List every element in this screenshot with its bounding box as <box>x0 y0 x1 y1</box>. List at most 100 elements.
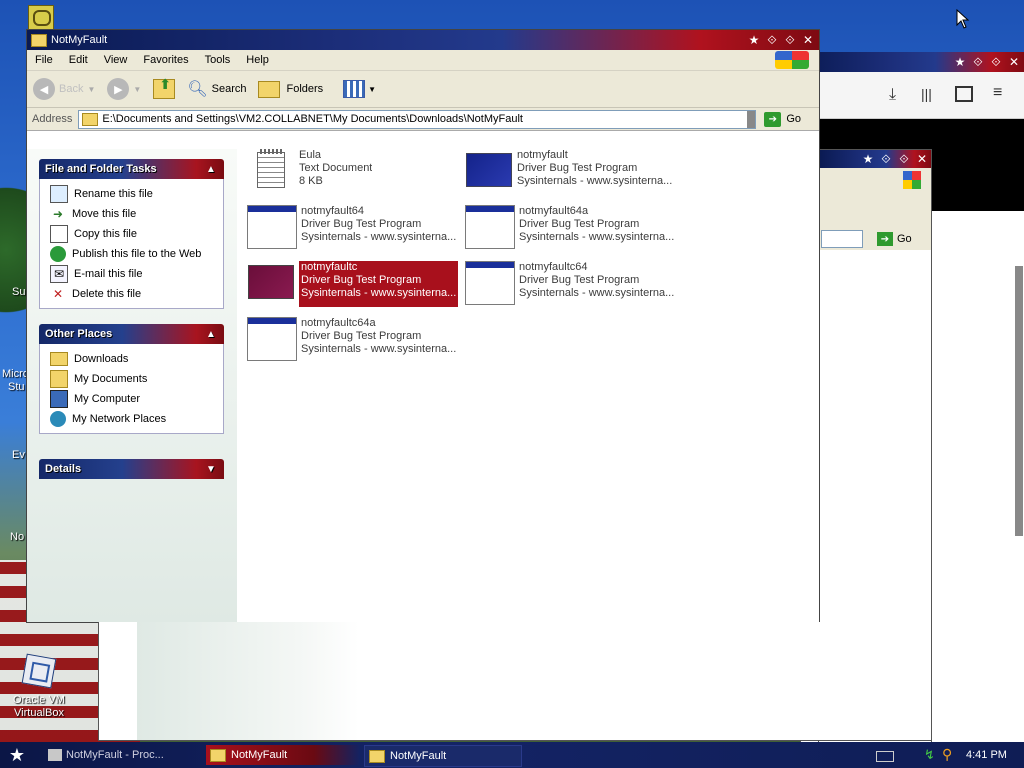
my-documents-icon <box>50 370 68 388</box>
folders-button[interactable]: Folders <box>252 74 329 104</box>
folder-icon <box>210 748 226 762</box>
file-item[interactable]: Eula Text Document 8 KB <box>247 149 459 195</box>
desktop-icon-virtualbox[interactable]: Oracle VM VirtualBox <box>8 653 70 724</box>
collapse-up-icon[interactable]: ▲ <box>204 327 218 341</box>
task-email[interactable]: ✉ E-mail this file <box>40 264 223 284</box>
star-icon: ★ <box>748 33 760 47</box>
maximize-icon[interactable]: ⟐ <box>783 33 797 47</box>
download-icon[interactable]: ⤓ <box>889 86 896 104</box>
up-folder-icon: ⬆ <box>153 76 176 99</box>
menu-help[interactable]: Help <box>238 54 277 66</box>
sidebar-icon[interactable] <box>955 86 973 102</box>
task-publish[interactable]: Publish this file to the Web <box>40 244 223 264</box>
window-title: NotMyFault <box>51 34 108 46</box>
scrollbar[interactable] <box>1015 266 1023 536</box>
toolbar: ◀ Back ▼ ▶ ▼ ⬆ 🔍︎ Search Folders ▼ <box>27 71 819 108</box>
star-icon: ★ <box>954 55 966 69</box>
file-type: Driver Bug Test Program <box>301 274 422 286</box>
forward-button[interactable]: ▶ ▼ <box>101 74 147 104</box>
place-my-computer[interactable]: My Computer <box>40 389 223 409</box>
menu-view[interactable]: View <box>96 54 136 66</box>
pane-header[interactable]: Details ▼ <box>39 459 224 479</box>
search-tray-icon[interactable]: ⚲ <box>942 746 952 763</box>
file-name: notmyfaultc64a <box>301 317 376 329</box>
file-item-selected[interactable]: notmyfaultc Driver Bug Test Program Sysi… <box>247 261 459 307</box>
search-button[interactable]: 🔍︎ Search <box>181 74 252 104</box>
delete-icon: ✕ <box>52 287 64 301</box>
app-blue-screen-icon <box>465 149 513 191</box>
rename-icon <box>50 185 68 203</box>
expand-down-icon[interactable]: ▼ <box>204 462 218 476</box>
file-item[interactable]: notmyfault64a Driver Bug Test Program Sy… <box>465 205 677 251</box>
close-icon[interactable]: ✕ <box>1007 55 1021 69</box>
pane-header[interactable]: Other Places ▲ <box>39 324 224 344</box>
place-network[interactable]: My Network Places <box>40 409 223 429</box>
task-copy[interactable]: Copy this file <box>40 224 223 244</box>
taskbar-item-active[interactable]: NotMyFault <box>364 745 522 767</box>
go-button[interactable]: ➔ Go <box>764 111 801 127</box>
back-button[interactable]: ◀ Back ▼ <box>27 74 101 104</box>
star-icon: ★ <box>862 152 874 166</box>
app-selected-icon <box>247 261 295 303</box>
desktop-label-fragment[interactable]: Micro <box>2 368 29 380</box>
maximize-icon[interactable]: ⟐ <box>989 55 1003 69</box>
menubar: File Edit View Favorites Tools Help <box>27 50 819 71</box>
desktop-label-fragment[interactable]: Su <box>12 286 25 298</box>
close-icon[interactable]: ✕ <box>801 33 815 47</box>
menu-tools[interactable]: Tools <box>197 54 239 66</box>
task-rename[interactable]: Rename this file <box>40 184 223 204</box>
collapse-up-icon[interactable]: ▲ <box>204 162 218 176</box>
file-company: Sysinternals - www.sysinterna... <box>301 231 457 243</box>
desktop-app-icon[interactable] <box>28 5 54 31</box>
keyboard-icon[interactable] <box>876 751 894 762</box>
task-move[interactable]: ➜ Move this file <box>40 204 223 224</box>
file-item[interactable]: notmyfaultc64a Driver Bug Test Program S… <box>247 317 459 363</box>
window-titlebar: ★ ⟐ ⟐ ✕ <box>801 52 1024 72</box>
executable-icon <box>247 205 297 249</box>
start-button[interactable]: ★ <box>4 744 30 766</box>
file-name: notmyfault64a <box>519 205 589 217</box>
network-tray-icon[interactable]: ↯ <box>924 747 935 763</box>
pane-header[interactable]: File and Folder Tasks ▲ <box>39 159 224 179</box>
library-icon[interactable]: ||| <box>921 86 932 102</box>
maximize-icon[interactable]: ⟐ <box>897 152 911 166</box>
menu-favorites[interactable]: Favorites <box>135 54 196 66</box>
desktop-label-fragment[interactable]: Ev <box>12 449 25 461</box>
taskbar-item[interactable]: NotMyFault - Proc... <box>48 745 198 765</box>
file-item[interactable]: notmyfault64 Driver Bug Test Program Sys… <box>247 205 459 251</box>
clock: 4:41 PM <box>966 749 1007 761</box>
address-dropdown[interactable] <box>747 110 756 128</box>
taskbar-item[interactable]: NotMyFault <box>206 745 360 765</box>
place-my-documents[interactable]: My Documents <box>40 369 223 389</box>
file-item[interactable]: notmyfault Driver Bug Test Program Sysin… <box>465 149 677 195</box>
file-type: Driver Bug Test Program <box>301 218 422 230</box>
file-item[interactable]: notmyfaultc64 Driver Bug Test Program Sy… <box>465 261 677 307</box>
task-delete[interactable]: ✕ Delete this file <box>40 284 223 304</box>
menubar <box>819 168 931 192</box>
close-icon[interactable]: ✕ <box>915 152 929 166</box>
dropdown-arrow-icon: ▼ <box>133 84 142 94</box>
address-label: Address <box>32 113 73 125</box>
text-document-icon <box>247 149 295 191</box>
minimize-icon[interactable]: ⟐ <box>879 152 893 166</box>
place-downloads[interactable]: Downloads <box>40 349 223 369</box>
file-name: notmyfaultc <box>301 261 358 273</box>
dropdown-arrow-icon: ▼ <box>87 84 96 94</box>
go-button[interactable]: ➔ Go <box>877 232 912 246</box>
globe-icon <box>50 246 66 262</box>
minimize-icon[interactable]: ⟐ <box>971 55 985 69</box>
desktop-label-fragment[interactable]: No <box>10 531 24 543</box>
folders-icon <box>258 80 281 98</box>
address-input[interactable]: E:\Documents and Settings\VM2.COLLABNET\… <box>78 109 757 129</box>
forward-arrow-icon: ▶ <box>107 78 130 100</box>
menu-file[interactable]: File <box>27 54 61 66</box>
views-button[interactable]: ▼ <box>337 74 382 104</box>
file-name: Eula <box>299 149 322 161</box>
menu-icon[interactable]: ≡ <box>993 84 1002 102</box>
windows-logo-icon <box>775 51 809 69</box>
desktop-label-fragment[interactable]: Stu <box>8 381 25 393</box>
minimize-icon[interactable]: ⟐ <box>765 33 779 47</box>
menu-edit[interactable]: Edit <box>61 54 96 66</box>
toolbar <box>819 192 931 228</box>
up-folder-button[interactable]: ⬆ <box>147 74 181 104</box>
